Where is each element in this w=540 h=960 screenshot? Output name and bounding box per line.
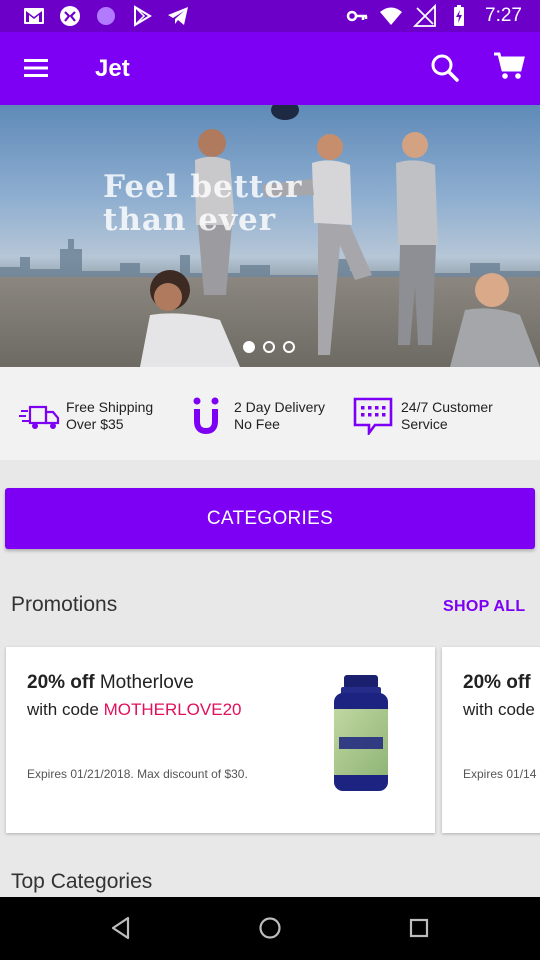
carousel-indicator: [243, 341, 295, 353]
feature-two-day-delivery: 2 Day Delivery No Fee: [186, 397, 325, 435]
battery-charging-icon: [454, 5, 465, 26]
promo-code-line: with code MOTHERLOVE20: [27, 700, 242, 719]
cart-icon[interactable]: [493, 51, 525, 81]
clock: 7:27: [485, 5, 522, 26]
home-icon[interactable]: [257, 915, 283, 941]
promo-card[interactable]: 20% off with code Expires 01/14: [442, 647, 540, 833]
search-icon[interactable]: [430, 53, 460, 83]
feature-free-shipping: Free Shipping Over $35: [18, 397, 153, 435]
system-nav-bar: [0, 897, 540, 960]
promo-headline: 20% off Motherlove: [27, 672, 194, 694]
hands-icon: [60, 6, 80, 26]
promo-discount: 20% off: [463, 672, 531, 693]
app-bar: Jet: [0, 32, 540, 105]
promotions-heading: Promotions: [11, 593, 118, 616]
feature-label: 2 Day Delivery: [234, 399, 326, 415]
carousel-dot[interactable]: [263, 341, 275, 353]
feature-sublabel: Service: [401, 416, 448, 432]
promo-code: MOTHERLOVE20: [103, 700, 242, 719]
promo-card[interactable]: 20% off Motherlove with code MOTHERLOVE2…: [6, 647, 435, 833]
jet-j-icon: [193, 397, 219, 435]
top-categories-heading: Top Categories: [11, 870, 153, 893]
promo-brand: Motherlove: [99, 672, 194, 693]
back-icon[interactable]: [108, 915, 134, 941]
feature-sublabel: Over $35: [66, 416, 124, 432]
play-store-icon: [134, 5, 152, 27]
app-title: Jet: [95, 55, 130, 82]
truck-icon: [19, 405, 60, 429]
hero-banner[interactable]: Feel better than ever: [0, 105, 540, 367]
shop-all-link[interactable]: SHOP ALL: [443, 598, 525, 616]
status-bar: 7:27: [0, 0, 540, 32]
promo-expiry: Expires 01/14: [463, 767, 537, 781]
hero-headline: Feel better than ever: [103, 169, 303, 238]
features-strip: Free Shipping Over $35 2 Day Delivery No…: [0, 367, 540, 460]
feature-label: Free Shipping: [66, 399, 154, 415]
carousel-dot[interactable]: [243, 341, 255, 353]
wifi-icon: [380, 7, 403, 25]
feature-customer-service: 24/7 Customer Service: [353, 397, 493, 435]
gmail-icon: [24, 8, 44, 24]
promo-discount: 20% off: [27, 672, 95, 693]
telegram-icon: [168, 7, 188, 25]
supplement-bottle-image: [334, 675, 388, 791]
no-signal-icon: [413, 4, 436, 27]
promo-headline: 20% off: [463, 672, 531, 694]
circle-icon: [97, 7, 115, 25]
promo-expiry: Expires 01/21/2018. Max discount of $30.: [27, 767, 248, 781]
screen: 7:27 Jet Feel better than ever Free Ship…: [0, 0, 540, 960]
menu-icon[interactable]: [22, 56, 50, 80]
chat-icon: [353, 397, 393, 435]
feature-label: 24/7 Customer: [401, 399, 493, 415]
key-icon: [346, 10, 368, 22]
feature-sublabel: No Fee: [234, 416, 280, 432]
categories-button[interactable]: CATEGORIES: [5, 488, 535, 549]
promo-code-line: with code: [463, 700, 535, 719]
carousel-dot[interactable]: [283, 341, 295, 353]
recents-icon[interactable]: [406, 915, 432, 941]
